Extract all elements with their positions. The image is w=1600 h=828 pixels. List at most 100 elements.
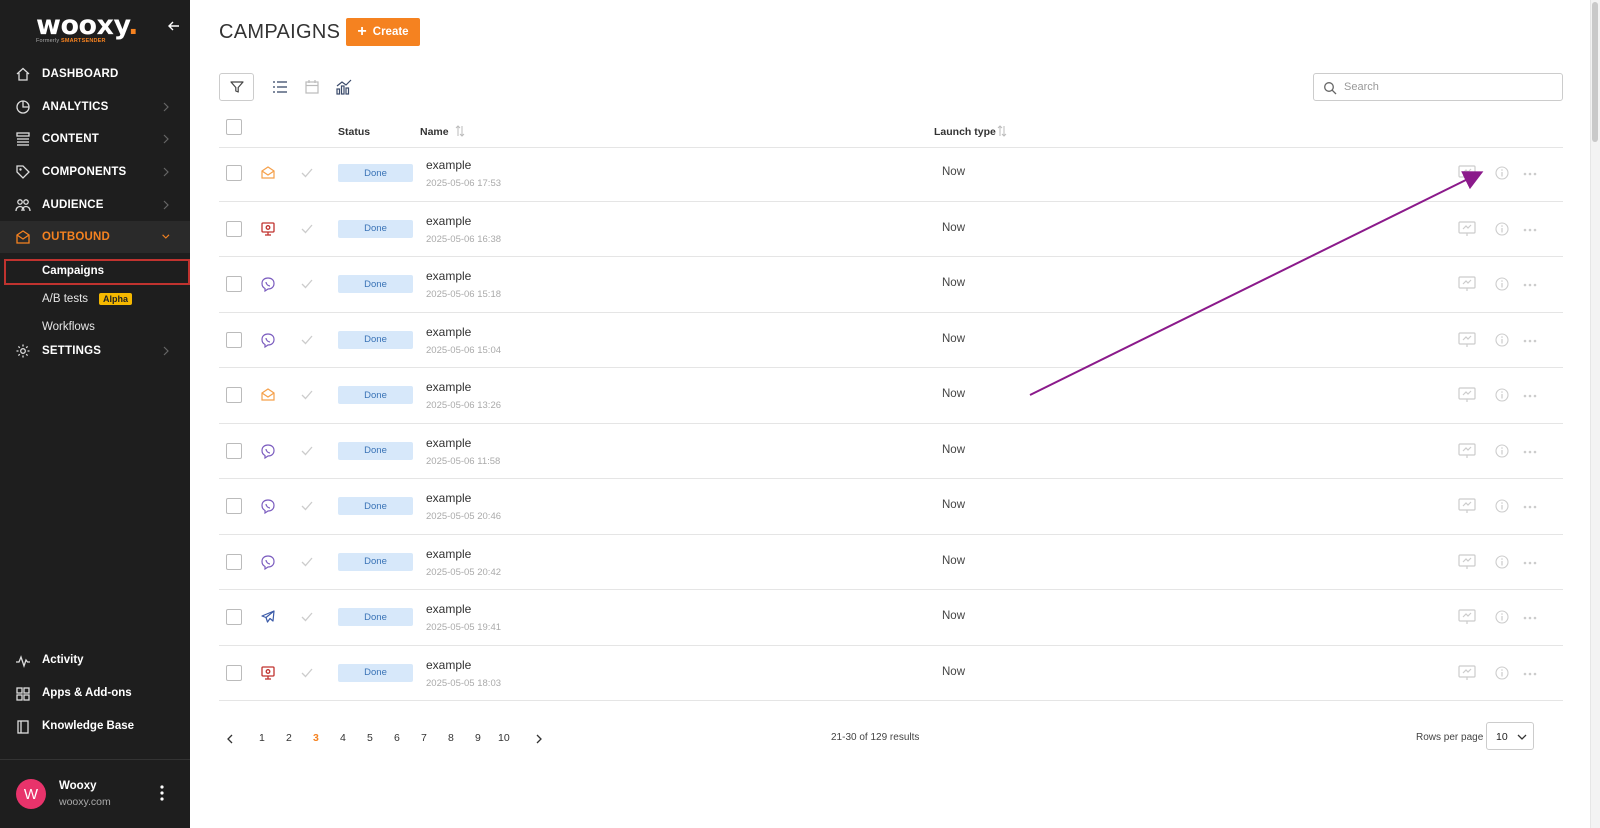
preview-icon[interactable]: [1457, 220, 1477, 238]
page-3[interactable]: 3: [313, 732, 319, 744]
preview-icon[interactable]: [1457, 386, 1477, 404]
filter-button[interactable]: [219, 73, 254, 101]
info-icon[interactable]: [1495, 554, 1509, 569]
preview-icon[interactable]: [1457, 275, 1477, 293]
table-row[interactable]: Done example 2025-05-05 18:03 Now: [219, 645, 1563, 701]
info-icon[interactable]: [1495, 221, 1509, 236]
more-icon[interactable]: [1522, 282, 1538, 288]
page-4[interactable]: 4: [340, 732, 346, 744]
table-row[interactable]: Done example 2025-05-05 20:46 Now: [219, 478, 1563, 535]
info-icon[interactable]: [1495, 332, 1509, 347]
nav-outbound[interactable]: OUTBOUND: [0, 221, 190, 253]
create-button[interactable]: + Create: [346, 18, 420, 46]
preview-icon[interactable]: [1457, 497, 1477, 515]
subnav-a-b-tests[interactable]: A/B tests Alpha: [4, 287, 190, 313]
more-icon[interactable]: [1522, 227, 1538, 233]
page-1[interactable]: 1: [259, 732, 265, 744]
sort-launch-type-icon[interactable]: [997, 124, 1007, 138]
row-checkbox[interactable]: [226, 331, 242, 348]
preview-icon[interactable]: [1457, 164, 1477, 182]
info-icon[interactable]: [1495, 610, 1509, 624]
info-icon[interactable]: [1495, 166, 1509, 180]
search-input[interactable]: [1344, 79, 1554, 95]
info-icon[interactable]: [1495, 665, 1509, 680]
list-view-icon[interactable]: [271, 78, 289, 96]
page-6[interactable]: 6: [394, 732, 400, 744]
table-row[interactable]: Done example 2025-05-05 19:41 Now: [219, 589, 1563, 646]
row-checkbox[interactable]: [226, 220, 242, 237]
rows-per-page-select[interactable]: 10: [1486, 722, 1534, 750]
campaign-name[interactable]: example: [426, 547, 471, 561]
preview-icon[interactable]: [1457, 608, 1477, 626]
page-7[interactable]: 7: [421, 732, 427, 744]
row-checkbox[interactable]: [226, 553, 242, 570]
campaign-name[interactable]: example: [426, 325, 471, 339]
row-checkbox[interactable]: [226, 165, 242, 181]
nav-dashboard[interactable]: DASHBOARD: [0, 58, 190, 90]
nav-audience[interactable]: AUDIENCE: [0, 189, 190, 221]
campaign-name[interactable]: example: [426, 380, 471, 394]
campaign-name[interactable]: example: [426, 269, 471, 283]
campaign-name[interactable]: example: [426, 436, 471, 450]
nav-knowledge-base[interactable]: Knowledge Base: [0, 712, 190, 742]
preview-icon[interactable]: [1457, 664, 1477, 682]
page-8[interactable]: 8: [448, 732, 454, 744]
page-10[interactable]: 10: [498, 732, 510, 744]
row-checkbox[interactable]: [226, 442, 242, 459]
table-row[interactable]: Done example 2025-05-06 16:38 Now: [219, 201, 1563, 257]
row-checkbox[interactable]: [226, 498, 242, 514]
next-page-icon[interactable]: [535, 734, 543, 744]
calendar-view-icon[interactable]: [303, 78, 321, 96]
more-icon[interactable]: [1522, 338, 1538, 344]
table-row[interactable]: Done example 2025-05-06 13:26 Now: [219, 367, 1563, 424]
more-icon[interactable]: [1522, 393, 1538, 399]
subnav-workflows[interactable]: Workflows: [4, 315, 190, 341]
info-icon[interactable]: [1495, 277, 1509, 291]
nav-components[interactable]: COMPONENTS: [0, 156, 190, 188]
select-all-checkbox[interactable]: [226, 119, 242, 135]
subnav-campaigns[interactable]: Campaigns: [4, 259, 190, 285]
header-launch-type[interactable]: Launch type: [934, 126, 996, 138]
scrollbar-thumb[interactable]: [1592, 2, 1598, 142]
row-checkbox[interactable]: [226, 387, 242, 403]
campaign-name[interactable]: example: [426, 491, 471, 505]
nav-analytics[interactable]: ANALYTICS: [0, 91, 190, 123]
header-name[interactable]: Name: [420, 126, 449, 138]
info-icon[interactable]: [1495, 443, 1509, 458]
nav-content[interactable]: CONTENT: [0, 123, 190, 155]
page-5[interactable]: 5: [367, 732, 373, 744]
preview-icon[interactable]: [1457, 442, 1477, 460]
more-icon[interactable]: [1522, 171, 1538, 177]
row-checkbox[interactable]: [226, 664, 242, 681]
page-2[interactable]: 2: [286, 732, 292, 744]
more-icon[interactable]: [1522, 615, 1538, 621]
sort-name-icon[interactable]: [455, 124, 465, 138]
preview-icon[interactable]: [1457, 553, 1477, 571]
avatar[interactable]: W: [16, 779, 46, 809]
table-row[interactable]: Done example 2025-05-06 15:18 Now: [219, 256, 1563, 313]
chart-view-icon[interactable]: [335, 78, 353, 96]
info-icon[interactable]: [1495, 499, 1509, 513]
nav-apps-add-ons[interactable]: Apps & Add-ons: [0, 679, 190, 709]
kebab-menu-icon[interactable]: [158, 784, 166, 802]
prev-page-icon[interactable]: [226, 734, 234, 744]
campaign-name[interactable]: example: [426, 214, 471, 228]
campaign-name[interactable]: example: [426, 602, 471, 616]
more-icon[interactable]: [1522, 504, 1538, 510]
table-row[interactable]: Done example 2025-05-06 17:53 Now: [219, 145, 1563, 202]
table-row[interactable]: Done example 2025-05-06 11:58 Now: [219, 423, 1563, 479]
campaign-name[interactable]: example: [426, 158, 471, 172]
campaign-name[interactable]: example: [426, 658, 471, 672]
brand-logo[interactable]: wooxy. Formerly SMARTSENDER: [36, 10, 138, 50]
more-icon[interactable]: [1522, 560, 1538, 566]
info-icon[interactable]: [1495, 388, 1509, 402]
table-row[interactable]: Done example 2025-05-06 15:04 Now: [219, 312, 1563, 368]
row-checkbox[interactable]: [226, 276, 242, 292]
collapse-sidebar-icon[interactable]: [166, 18, 182, 34]
row-checkbox[interactable]: [226, 609, 242, 625]
more-icon[interactable]: [1522, 671, 1538, 677]
page-9[interactable]: 9: [475, 732, 481, 744]
preview-icon[interactable]: [1457, 331, 1477, 349]
more-icon[interactable]: [1522, 449, 1538, 455]
nav-activity[interactable]: Activity: [0, 646, 190, 676]
